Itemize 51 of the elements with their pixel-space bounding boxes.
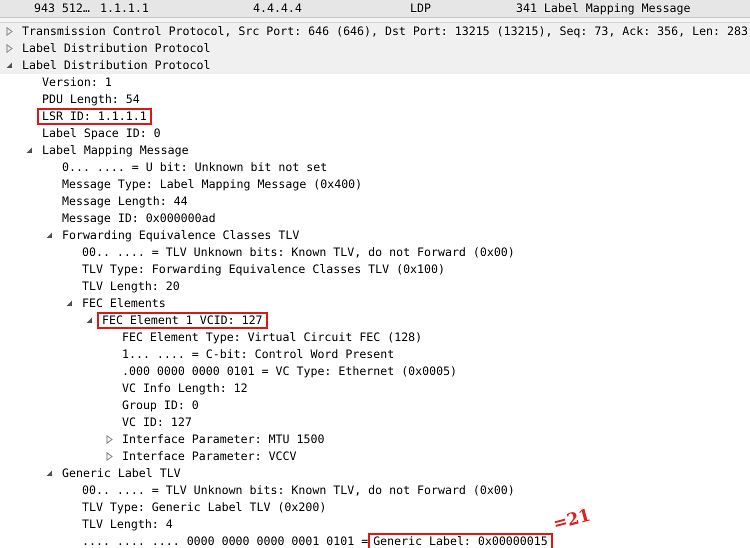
expanded-arrow-icon[interactable]	[86, 316, 93, 325]
expanded-arrow-icon[interactable]	[6, 61, 13, 70]
tree-item-label[interactable]: TLV Type: Forwarding Equivalence Classes TLV (0x100)	[82, 263, 445, 276]
expanded-arrow-icon[interactable]	[26, 146, 33, 155]
tree-item-label[interactable]: Label Mapping Message	[42, 144, 189, 157]
tree-header-row[interactable]: Transmission Control Protocol, Src Port: 646 (646), Dst Port: 13215 (13215), Seq: 73, Ack: 356, Len: 283	[0, 23, 750, 40]
tree-item-label[interactable]: Message Length: 44	[62, 195, 188, 208]
tree-item-label[interactable]: 00.. .... = TLV Unknown bits: Known TLV, do not Forward (0x00)	[82, 484, 515, 497]
tree-item-label[interactable]: LSR ID: 1.1.1.1	[37, 108, 152, 125]
collapsed-arrow-icon[interactable]	[6, 44, 13, 53]
tree-item-label[interactable]: Label Distribution Protocol	[22, 59, 210, 72]
tree-item-label[interactable]: 00.. .... = TLV Unknown bits: Known TLV, do not Forward (0x00)	[82, 246, 515, 259]
tree-item-label[interactable]: Generic Label TLV	[62, 467, 181, 480]
tree-item-label[interactable]: .... .... .... 0000 0000 0000 0001 0101 =	[82, 535, 368, 548]
tree-item-label[interactable]: TLV Length: 4	[82, 518, 173, 531]
tree-header-row[interactable]: Label Distribution Protocol	[0, 57, 750, 74]
expanded-arrow-icon[interactable]	[46, 231, 53, 240]
tree-item-label[interactable]: Message ID: 0x000000ad	[62, 212, 216, 225]
tree-item-label[interactable]: 1... .... = C-bit: Control Word Present	[122, 348, 394, 361]
tree-item-label[interactable]: TLV Length: 20	[82, 280, 180, 293]
tree-item-label[interactable]: .000 0000 0000 0101 = VC Type: Ethernet (0x0005)	[122, 365, 458, 378]
tree-item-label[interactable]: Label Distribution Protocol	[22, 42, 210, 55]
tree-item-label[interactable]: TLV Type: Generic Label TLV (0x200)	[82, 501, 326, 514]
tree-item-label[interactable]: FEC Elements	[82, 297, 166, 310]
expanded-arrow-icon[interactable]	[46, 469, 53, 478]
tree-item-label[interactable]: Version: 1	[42, 76, 112, 89]
tree-item-label[interactable]: Forwarding Equivalence Classes TLV	[62, 229, 300, 242]
tree-item-label[interactable]: Group ID: 0	[122, 399, 199, 412]
packet-cell: LDP	[410, 1, 431, 16]
packet-list-row[interactable]: 943 512… 1.1.1.1 4.4.4.4 LDP 341 Label Mapping Message	[0, 0, 750, 18]
tree-item-label[interactable]: Transmission Control Protocol, Src Port: 646 (646), Dst Port: 13215 (13215), Seq: 73, Ack: 356, Len: 283	[22, 25, 748, 38]
tree-item-label[interactable]: FEC Element 1 VCID: 127	[97, 312, 268, 329]
tree-item-label[interactable]: Interface Parameter: MTU 1500	[122, 433, 324, 446]
tree-item-label[interactable]: Label Space ID: 0	[42, 127, 161, 140]
packet-cell: 4.4.4.4	[253, 1, 302, 16]
tree-item-label[interactable]: VC Info Length: 12	[122, 382, 248, 395]
collapsed-arrow-icon[interactable]	[6, 27, 13, 36]
collapsed-arrow-icon[interactable]	[106, 435, 113, 444]
packet-cell: 341 Label Mapping Message	[516, 1, 691, 16]
tree-item-label[interactable]: VC ID: 127	[122, 416, 192, 429]
tree-item-label[interactable]: 0... .... = U bit: Unknown bit not set	[62, 161, 328, 174]
packet-cell: 943 512…	[34, 1, 90, 16]
tree-item-label[interactable]: Message Type: Label Mapping Message (0x400)	[62, 178, 362, 191]
tree-item-label[interactable]: FEC Element Type: Virtual Circuit FEC (128)	[122, 331, 422, 344]
annotation-text: =21	[551, 506, 592, 534]
tree-item-label[interactable]: Interface Parameter: VCCV	[122, 450, 297, 463]
collapsed-arrow-icon[interactable]	[106, 452, 113, 461]
expanded-arrow-icon[interactable]	[66, 299, 73, 308]
tree-header-row[interactable]: Label Distribution Protocol	[0, 40, 750, 57]
tree-item-label[interactable]: PDU Length: 54	[42, 93, 140, 106]
packet-cell: 1.1.1.1	[100, 1, 149, 16]
